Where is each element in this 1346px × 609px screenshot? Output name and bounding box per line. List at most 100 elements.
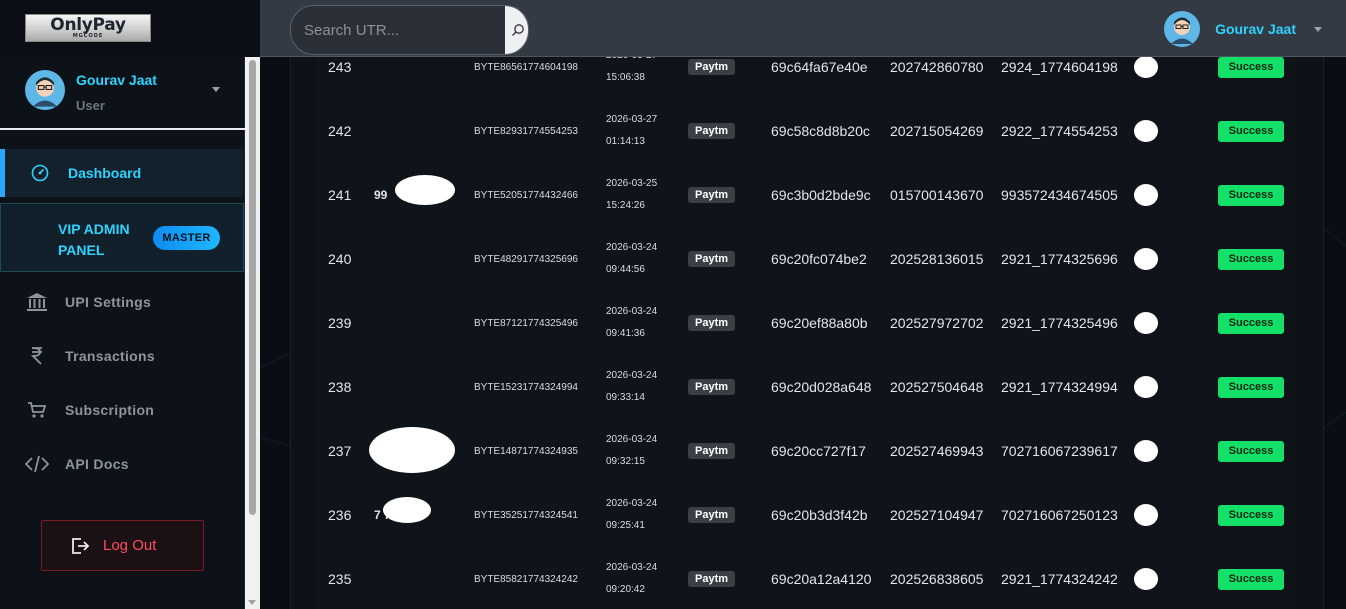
row-amount (1134, 99, 1158, 163)
chevron-down-icon[interactable] (212, 87, 220, 92)
sidebar-item-subscription[interactable]: Subscription (0, 390, 244, 430)
row-id: 243 (328, 59, 352, 75)
sidebar-item-label: Subscription (65, 402, 155, 418)
search-box (290, 5, 529, 55)
row-order-id: BYTE52051774432466 (474, 189, 578, 201)
transactions-table: 243 BYTE86561774604198 2026-03-27 15:06:38 P… (290, 57, 1324, 609)
row-order-id: BYTE86561774604198 (474, 61, 578, 73)
scroll-down-arrow[interactable] (248, 600, 256, 605)
status-badge: Success (1218, 248, 1284, 270)
status-badge: Success (1218, 568, 1284, 590)
row-txn-id: 69c20d028a648 (771, 379, 872, 395)
row-time: 09:41:36 (606, 328, 645, 339)
top-user-menu[interactable]: Gourav Jaat (1164, 11, 1322, 47)
status-badge: Success (1218, 440, 1284, 462)
row-utr: 202528136015 (890, 251, 984, 267)
sidebar-item-label: API Docs (65, 456, 129, 472)
row-datetime: 2026-03-27 01:14:13 (606, 99, 657, 163)
table-row: 242 BYTE82931774554253 2026-03-27 01:14:13 P… (317, 99, 1295, 164)
logo-area: OnlyPay MGCODE (0, 0, 260, 57)
redacted-amount (1134, 504, 1158, 526)
row-method: Paytm (688, 163, 736, 227)
row-reference: 702716067250123 (1001, 507, 1118, 523)
row-reference: 2924_1774604198 (1001, 59, 1118, 75)
row-amount (1134, 291, 1158, 355)
payment-method-badge: Paytm (688, 507, 736, 523)
row-id: 238 (328, 379, 352, 395)
table-row: 238 BYTE15231774324994 2026-03-24 09:33:14 P… (317, 355, 1295, 420)
search-button[interactable] (505, 6, 528, 54)
sidebar-item-vip-admin-panel[interactable]: VIP ADMIN PANEL MASTER (0, 203, 244, 272)
row-order-id: BYTE48291774325696 (474, 253, 578, 265)
row-status: Success (1218, 227, 1284, 291)
row-status: Success (1218, 483, 1284, 547)
row-time: 09:32:15 (606, 456, 645, 467)
row-date: 2026-03-24 (606, 498, 658, 509)
row-date: 2026-03-27 (606, 114, 658, 125)
row-datetime: 2026-03-24 09:41:36 (606, 291, 657, 355)
row-amount (1134, 227, 1158, 291)
sidebar-item-label: Transactions (65, 348, 155, 364)
row-txn-id: 69c20ef88a80b (771, 315, 868, 331)
row-time: 15:06:38 (606, 72, 645, 83)
table-row: 243 BYTE86561774604198 2026-03-27 15:06:38 P… (317, 57, 1295, 100)
sidebar-scrollbar[interactable] (245, 57, 260, 609)
brand-logo[interactable]: OnlyPay MGCODE (25, 14, 151, 42)
sidebar-item-transactions[interactable]: Transactions (0, 336, 244, 376)
scrollbar-thumb[interactable] (249, 60, 256, 515)
row-amount (1134, 163, 1158, 227)
row-status: Success (1218, 419, 1284, 483)
redacted-amount (1134, 184, 1158, 206)
sidebar-item-api-docs[interactable]: API Docs (0, 444, 244, 484)
row-txn-id: 69c20cc727f17 (771, 443, 866, 459)
row-datetime: 2026-03-24 09:44:56 (606, 227, 657, 291)
table-row: 235 BYTE85821774324242 2026-03-24 09:20:42 P… (317, 547, 1295, 609)
row-reference: 2921_1774325496 (1001, 315, 1118, 331)
payment-method-badge: Paytm (688, 251, 736, 267)
row-method: Paytm (688, 419, 736, 483)
profile-name: Gourav Jaat (76, 72, 157, 88)
row-time: 09:33:14 (606, 392, 645, 403)
row-id: 242 (328, 123, 352, 139)
row-status: Success (1218, 547, 1284, 609)
redacted-amount (1134, 568, 1158, 590)
sidebar: Gourav Jaat User Dashboard VIP ADMIN PAN… (0, 57, 245, 609)
row-order-id: BYTE87121774325496 (474, 317, 578, 329)
search-input[interactable] (291, 6, 505, 54)
top-bar: Gourav Jaat (260, 0, 1346, 57)
brand-subtitle: MGCODE (72, 33, 104, 39)
sidebar-item-label: UPI Settings (65, 294, 152, 310)
sidebar-item-upi-settings[interactable]: UPI Settings (0, 282, 244, 322)
table-row: 240 BYTE48291774325696 2026-03-24 09:44:56 P… (317, 227, 1295, 292)
sidebar-item-dashboard[interactable]: Dashboard (0, 149, 243, 197)
row-order-id: BYTE82931774554253 (474, 125, 578, 137)
row-order-id: BYTE85821774324242 (474, 573, 578, 585)
row-reference: 2921_1774325696 (1001, 251, 1118, 267)
row-reference: 2921_1774324994 (1001, 379, 1118, 395)
row-id: 236 (328, 507, 352, 523)
row-txn-id: 69c20a12a4120 (771, 571, 872, 587)
sidebar-profile[interactable]: Gourav Jaat User (0, 57, 245, 130)
row-date: 2026-03-25 (606, 178, 658, 189)
logout-button[interactable]: Log Out (41, 520, 204, 571)
row-order-id: BYTE15231774324994 (474, 381, 578, 393)
row-datetime: 2026-03-25 15:24:26 (606, 163, 657, 227)
row-txn-id: 69c20fc074be2 (771, 251, 867, 267)
row-method: Paytm (688, 99, 736, 163)
row-utr: 202742860780 (890, 59, 984, 75)
payment-method-badge: Paytm (688, 443, 736, 459)
row-utr: 015700143670 (890, 187, 984, 203)
row-date: 2026-03-24 (606, 306, 658, 317)
status-badge: Success (1218, 120, 1284, 142)
status-badge: Success (1218, 376, 1284, 398)
row-date: 2026-03-24 (606, 370, 658, 381)
row-txn-id: 69c20b3d3f42b (771, 507, 868, 523)
row-txn-id: 69c3b0d2bde9c (771, 187, 871, 203)
bank-icon (25, 290, 49, 314)
row-reference: 993572434674505 (1001, 187, 1118, 203)
table-row: 237 BYTE14871774324935 2026-03-24 09:32:15 P… (317, 419, 1295, 484)
redacted-amount (1134, 440, 1158, 462)
row-utr: 202526838605 (890, 571, 984, 587)
row-amount (1134, 355, 1158, 419)
main-content: 243 BYTE86561774604198 2026-03-27 15:06:38 P… (260, 57, 1346, 609)
